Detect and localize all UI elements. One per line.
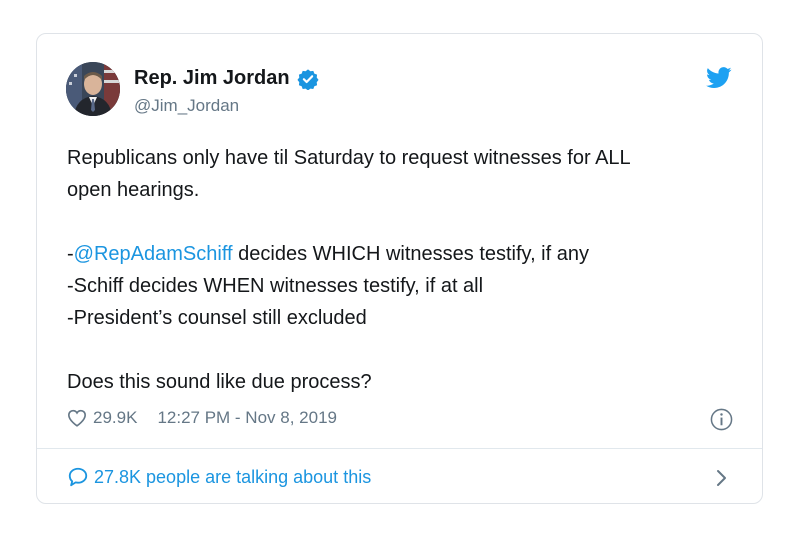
author-handle[interactable]: @Jim_Jordan — [134, 96, 239, 116]
mention-link[interactable]: @RepAdamSchiff — [74, 243, 233, 265]
conversation-count-label[interactable]: 27.8K people are talking about this — [94, 467, 371, 488]
chevron-right-icon[interactable] — [714, 469, 728, 487]
twitter-bird-icon[interactable] — [706, 67, 732, 89]
tweet-card: Rep. Jim Jordan @Jim_Jordan Republicans … — [36, 33, 763, 504]
verified-badge-icon — [297, 68, 319, 90]
speech-bubble-icon — [68, 467, 88, 487]
heart-icon[interactable] — [67, 409, 87, 427]
tweet-meta: 29.9K 12:27 PM - Nov 8, 2019 — [67, 408, 337, 428]
avatar[interactable] — [66, 62, 120, 116]
tweet-timestamp[interactable]: 12:27 PM - Nov 8, 2019 — [157, 408, 337, 428]
line-prefix: - — [67, 243, 74, 265]
like-count[interactable]: 29.9K — [93, 408, 137, 428]
info-icon[interactable] — [710, 408, 733, 431]
tweet-line: -President’s counsel still excluded — [67, 307, 367, 329]
tweet-line: open hearings. — [67, 179, 200, 201]
divider — [37, 448, 762, 449]
tweet-line: Does this sound like due process? — [67, 371, 372, 393]
tweet-line: Republicans only have til Saturday to re… — [67, 147, 631, 169]
author-name[interactable]: Rep. Jim Jordan — [134, 67, 290, 90]
tweet-text: Republicans only have til Saturday to re… — [67, 142, 747, 398]
tweet-line: -@RepAdamSchiff decides WHICH witnesses … — [67, 238, 747, 270]
line-rest: decides WHICH witnesses testify, if any — [232, 243, 589, 265]
conversation-link[interactable]: 27.8K people are talking about this — [67, 466, 371, 488]
author-name-row[interactable]: Rep. Jim Jordan — [134, 67, 319, 90]
tweet-line: -Schiff decides WHEN witnesses testify, … — [67, 275, 484, 297]
